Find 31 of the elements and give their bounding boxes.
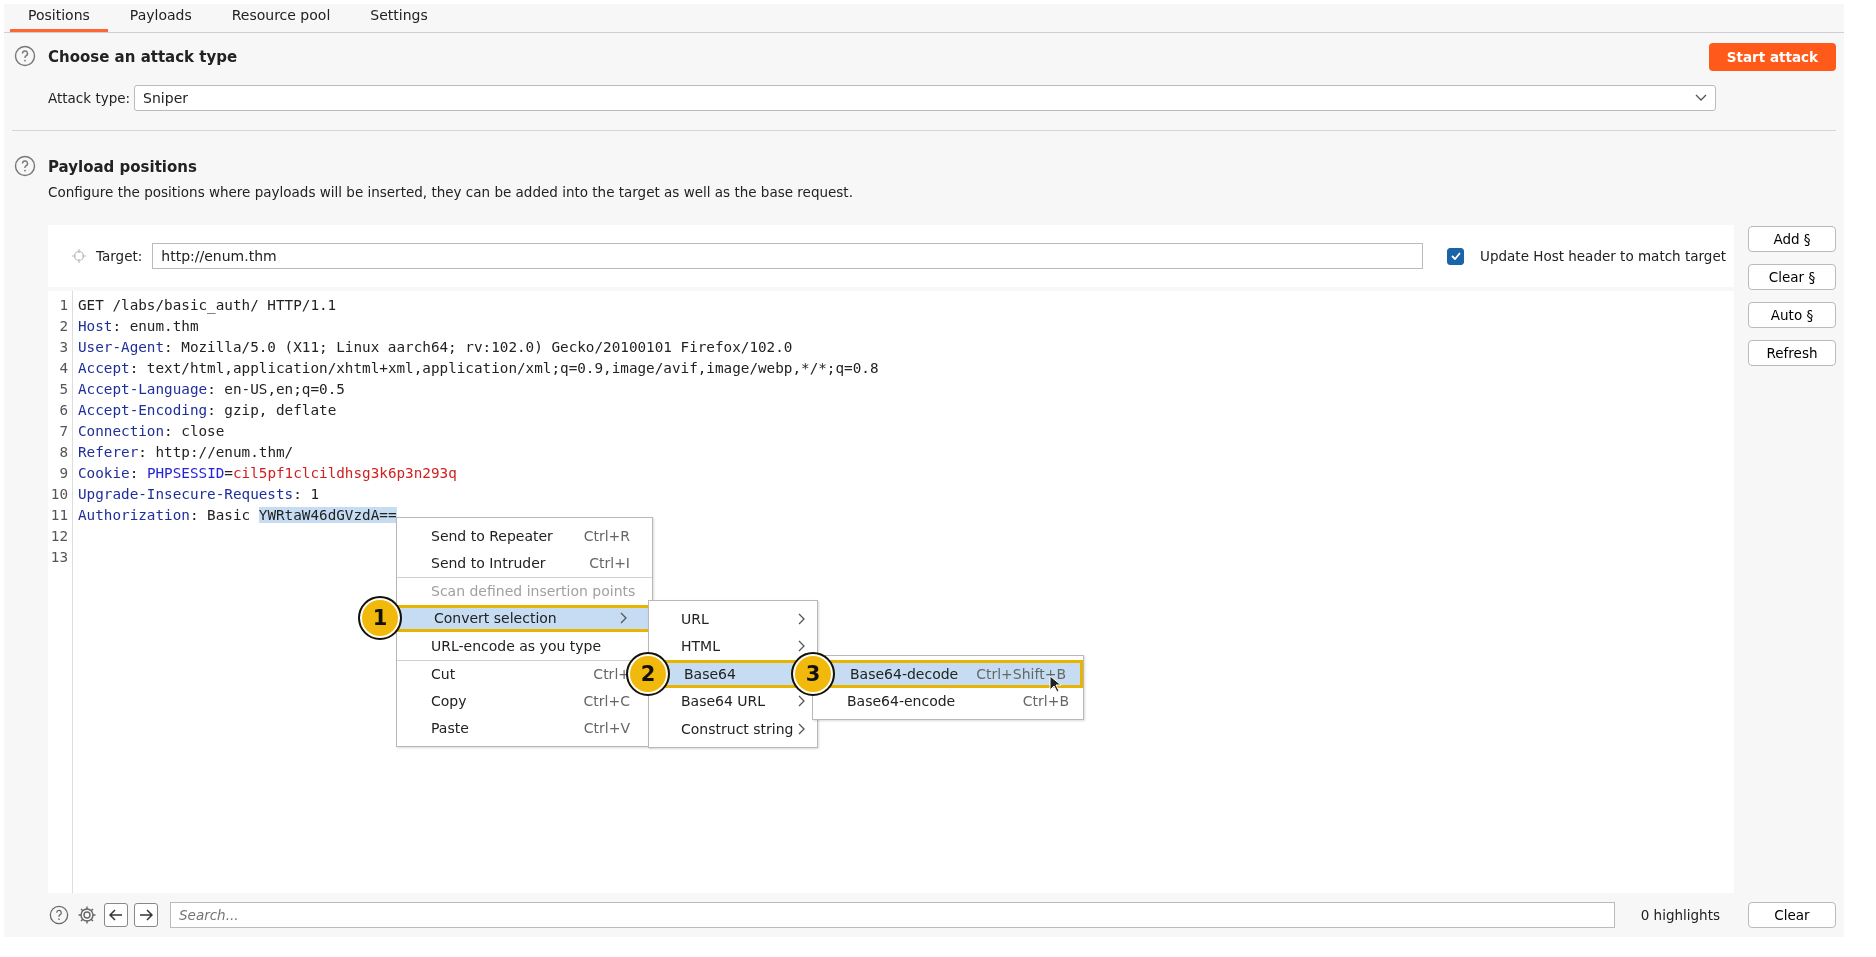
code-line: User-Agent: Mozilla/5.0 (X11; Linux aarch64; rv:102.0) Gecko/20100101 Firefox/102.0 — [78, 338, 793, 355]
code-line: Upgrade-Insecure-Requests: 1 — [78, 485, 319, 502]
line-number: 6 — [58, 401, 68, 418]
line-number: 3 — [58, 338, 68, 355]
line-number: 5 — [58, 380, 68, 397]
highlight-count: 0 highlights — [1640, 907, 1720, 923]
field-label: Attack type: — [48, 90, 131, 106]
code-line: Connection: close — [78, 422, 225, 439]
line-number: 8 — [58, 443, 68, 460]
code-line: Cookie: PHPSESSID=cil5pf1clcildhsg3k6p3n293q — [78, 464, 457, 481]
code-line: Accept-Encoding: gzip, deflate — [78, 401, 337, 418]
line-number: 9 — [58, 464, 68, 481]
code-line: Accept: text/html,application/xhtml+xml,application/xml;q=0.9,image/avif,image/webp,*/*;q=0.8 — [78, 359, 879, 376]
checkbox-label: Update Host header to match target — [1480, 248, 1726, 264]
code-line: Referer: http://enum.thm/ — [78, 443, 294, 460]
code-line: Accept-Language: en-US,en;q=0.5 — [78, 380, 345, 397]
line-number: 10 — [49, 485, 68, 502]
line-number: 7 — [58, 422, 68, 439]
section-title: Choose an attack type — [48, 48, 239, 66]
code-line: Host: enum.thm — [78, 317, 199, 334]
line-number: 2 — [58, 317, 68, 334]
line-number: 1 — [58, 296, 68, 313]
code-line: GET /labs/basic_auth/ HTTP/1.1 — [78, 296, 337, 313]
target-label: Target: — [96, 248, 143, 264]
line-number: 11 — [49, 506, 68, 523]
line-number: 13 — [49, 548, 68, 565]
section-title: Payload positions — [48, 158, 198, 176]
line-number: 12 — [49, 527, 68, 544]
section-description: Configure the positions where payloads will be inserted, they can be added into the target as well as the base request. — [47, 184, 854, 202]
line-number: 4 — [58, 359, 68, 376]
code-line: Authorization: Basic YWRtaW46dGVzdA== — [78, 506, 397, 523]
